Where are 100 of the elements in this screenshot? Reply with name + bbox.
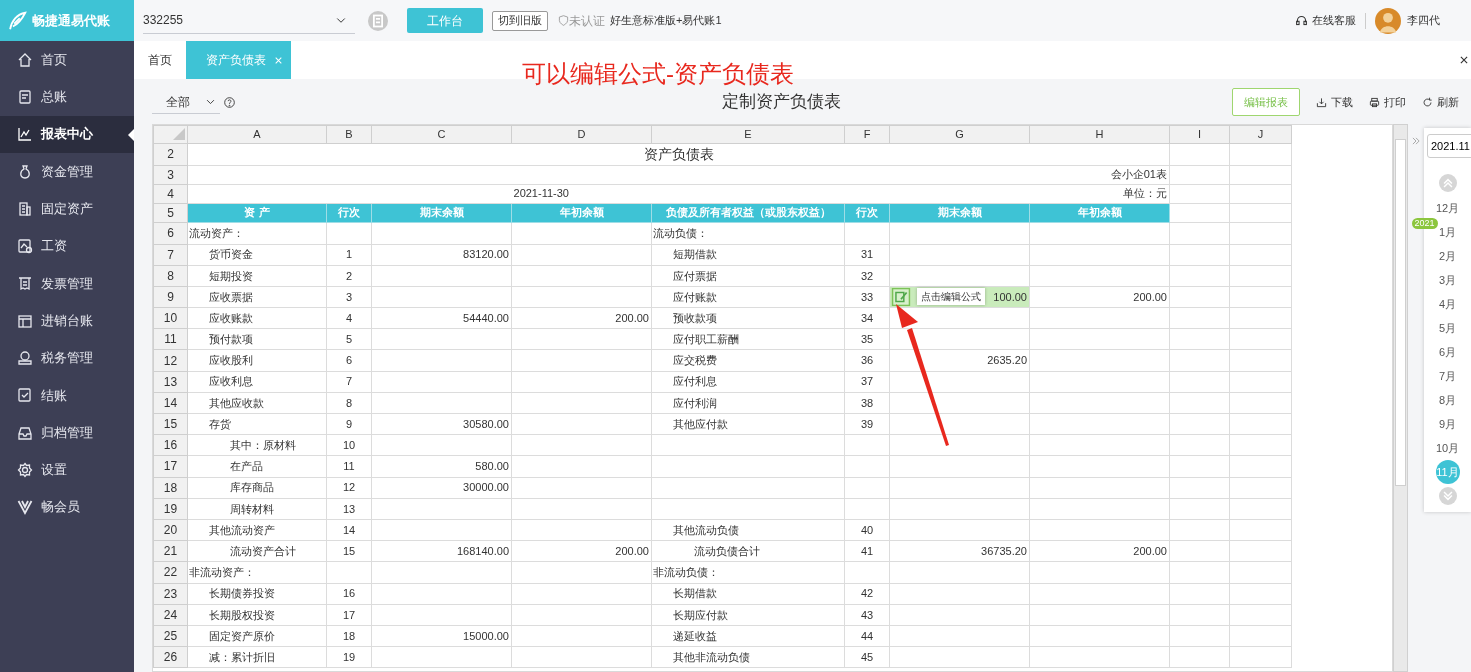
sidebar-item[interactable]: 结账 bbox=[0, 376, 134, 414]
row-number[interactable]: 18 bbox=[153, 477, 188, 499]
column-header[interactable]: A bbox=[187, 125, 327, 143]
checkout-icon bbox=[17, 387, 33, 404]
month-item[interactable]: 12月 bbox=[1435, 196, 1460, 220]
row-number[interactable]: 24 bbox=[153, 604, 188, 626]
sidebar-item[interactable]: 进销台账 bbox=[0, 302, 134, 340]
help-icon[interactable] bbox=[224, 96, 235, 108]
print-link[interactable]: 打印 bbox=[1369, 93, 1406, 111]
vertical-scrollbar[interactable] bbox=[1393, 124, 1408, 672]
month-item[interactable]: 5月 bbox=[1435, 316, 1460, 340]
sidebar-item[interactable]: 资金管理 bbox=[0, 152, 134, 191]
table-cell: 580.00 bbox=[371, 455, 512, 478]
scroll-down-icon[interactable] bbox=[1438, 487, 1457, 505]
select-all-icon[interactable] bbox=[173, 128, 185, 141]
refresh-link[interactable]: 刷新 bbox=[1422, 93, 1459, 111]
shield-icon bbox=[558, 15, 569, 26]
row-number[interactable]: 25 bbox=[153, 625, 188, 647]
document-icon[interactable] bbox=[367, 9, 389, 32]
month-item[interactable]: 7月 bbox=[1435, 364, 1460, 388]
table-cell: 33 bbox=[844, 286, 890, 308]
row-number[interactable]: 16 bbox=[153, 434, 188, 456]
close-icon[interactable] bbox=[1459, 55, 1469, 65]
column-header[interactable]: D bbox=[511, 125, 652, 143]
row-number[interactable]: 23 bbox=[153, 583, 188, 605]
column-header[interactable]: J bbox=[1229, 125, 1292, 143]
download-icon bbox=[1316, 96, 1327, 108]
row-number[interactable]: 20 bbox=[153, 519, 188, 541]
download-link[interactable]: 下载 bbox=[1316, 93, 1353, 111]
table-cell: 长期股权投资 bbox=[187, 604, 327, 626]
print-icon bbox=[1369, 96, 1380, 108]
sidebar-item[interactable]: 税务管理 bbox=[0, 339, 134, 377]
table-cell: 18 bbox=[326, 625, 372, 647]
table-cell: 40 bbox=[844, 519, 890, 541]
sidebar-item[interactable]: 首页 bbox=[0, 41, 134, 79]
account-select[interactable]: 332255 bbox=[143, 7, 355, 34]
row-number[interactable]: 8 bbox=[153, 265, 188, 287]
sidebar-item[interactable]: 畅会员 bbox=[0, 488, 134, 526]
sidebar-item[interactable]: 发票管理 bbox=[0, 264, 134, 303]
chart-icon bbox=[17, 126, 33, 143]
table-cell: 减：累计折旧 bbox=[187, 646, 327, 668]
row-number[interactable]: 26 bbox=[153, 646, 188, 668]
table-cell: 7 bbox=[326, 371, 372, 393]
edit-formula-icon[interactable] bbox=[891, 287, 911, 306]
table-cell: 15000.00 bbox=[371, 625, 512, 647]
payroll-icon bbox=[17, 238, 33, 255]
row-number[interactable]: 9 bbox=[153, 286, 188, 308]
column-header[interactable]: E bbox=[651, 125, 845, 143]
month-item[interactable]: 3月 bbox=[1435, 268, 1460, 292]
month-item[interactable]: 1月 bbox=[1435, 220, 1460, 244]
sidebar-item[interactable]: 总账 bbox=[0, 78, 134, 116]
sidebar-item[interactable]: 设置 bbox=[0, 451, 134, 489]
row-number[interactable]: 7 bbox=[153, 244, 188, 266]
month-item[interactable]: 2月 bbox=[1435, 244, 1460, 268]
month-item[interactable]: 8月 bbox=[1435, 388, 1460, 412]
row-number[interactable]: 12 bbox=[153, 349, 188, 372]
row-number[interactable]: 13 bbox=[153, 371, 188, 393]
settings-icon bbox=[17, 461, 33, 478]
row-number[interactable]: 15 bbox=[153, 413, 188, 435]
row-number[interactable]: 10 bbox=[153, 307, 188, 329]
column-header[interactable]: G bbox=[889, 125, 1030, 143]
row-number[interactable]: 11 bbox=[153, 328, 188, 350]
month-item[interactable]: 9月 bbox=[1435, 412, 1460, 436]
table-cell: 17 bbox=[326, 604, 372, 626]
tooltip: 点击编辑公式 bbox=[917, 287, 985, 305]
sidebar-item[interactable]: 工资 bbox=[0, 227, 134, 265]
row-number[interactable]: 22 bbox=[153, 561, 188, 583]
sidebar-item[interactable]: 固定资产 bbox=[0, 190, 134, 228]
support-link[interactable]: 在线客服 bbox=[1312, 12, 1356, 29]
scroll-up-icon[interactable] bbox=[1438, 174, 1457, 192]
row-number[interactable]: 2 bbox=[153, 143, 188, 165]
avatar-icon bbox=[1375, 7, 1401, 34]
month-item[interactable]: 4月 bbox=[1435, 292, 1460, 316]
period-field[interactable]: 2021.11 bbox=[1427, 134, 1471, 158]
table-cell: 34 bbox=[844, 307, 890, 329]
row-number[interactable]: 6 bbox=[153, 222, 188, 244]
row-number[interactable]: 21 bbox=[153, 540, 188, 562]
spreadsheet-cell[interactable] bbox=[889, 222, 1030, 244]
row-number[interactable]: 17 bbox=[153, 455, 188, 478]
column-header[interactable]: H bbox=[1029, 125, 1170, 143]
month-item[interactable]: 10月 bbox=[1435, 436, 1460, 460]
sheet-title: 资产负债表 bbox=[643, 145, 714, 162]
sidebar-item[interactable]: 报表中心 bbox=[0, 115, 134, 153]
column-header[interactable]: C bbox=[371, 125, 512, 143]
column-header[interactable]: F bbox=[844, 125, 890, 143]
filter-select[interactable]: 全部 bbox=[152, 90, 220, 114]
year-badge: 2021 bbox=[1411, 218, 1438, 229]
sidebar-item[interactable]: 归档管理 bbox=[0, 413, 134, 452]
month-item[interactable]: 6月 bbox=[1435, 340, 1460, 364]
row-number[interactable]: 19 bbox=[153, 498, 188, 520]
tab[interactable]: 首页 bbox=[140, 41, 180, 79]
tax-icon bbox=[17, 350, 33, 366]
column-header[interactable]: B bbox=[326, 125, 372, 143]
app-logo: 畅捷通易代账 bbox=[0, 0, 134, 41]
table-cell: 15 bbox=[326, 540, 372, 562]
switch-version-button[interactable]: 切到旧版 bbox=[492, 10, 548, 31]
row-number[interactable]: 14 bbox=[153, 392, 188, 414]
cell-value: 36735.20 bbox=[981, 544, 1027, 557]
collapse-icon[interactable] bbox=[1411, 136, 1421, 146]
column-header[interactable]: I bbox=[1169, 125, 1230, 143]
